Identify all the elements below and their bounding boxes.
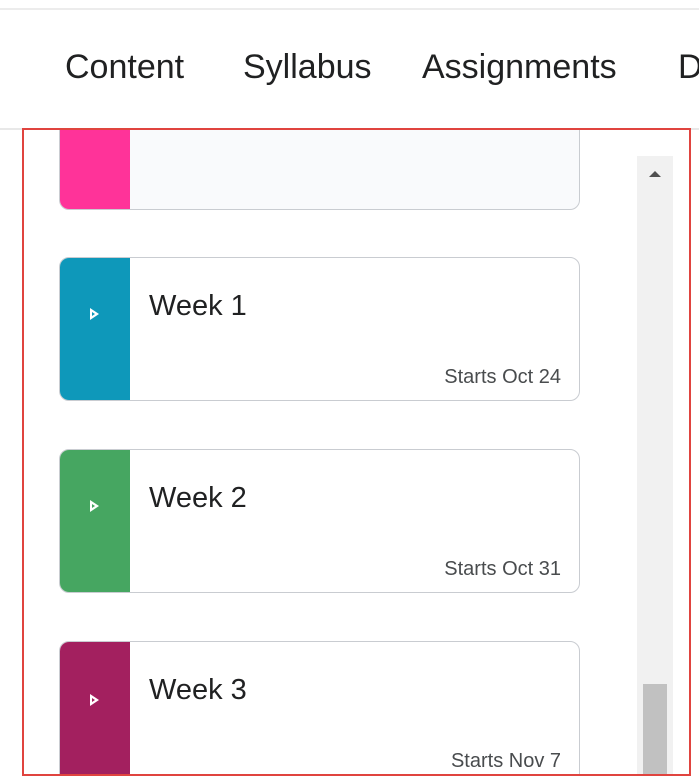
module-card-week-3[interactable]: Week 3 Starts Nov 7 xyxy=(59,641,580,774)
nav-assignments[interactable]: Assignments xyxy=(422,48,617,87)
module-title: Week 3 xyxy=(149,674,247,706)
module-card-week-1[interactable]: Week 1 Starts Oct 24 xyxy=(59,257,580,401)
module-color-strip xyxy=(60,130,130,209)
module-start-date: Starts Oct 24 xyxy=(444,366,561,388)
module-card-partial[interactable] xyxy=(59,130,580,210)
module-title: Week 1 xyxy=(149,290,247,322)
triangle-up-icon xyxy=(649,171,661,177)
caret-right-icon[interactable] xyxy=(90,500,99,512)
module-color-strip xyxy=(60,450,130,592)
caret-right-icon[interactable] xyxy=(90,308,99,320)
caret-right-icon[interactable] xyxy=(90,694,99,706)
module-color-strip xyxy=(60,258,130,400)
nav-next-item-truncated[interactable]: D xyxy=(678,48,699,87)
module-title: Week 2 xyxy=(149,482,247,514)
nav-content[interactable]: Content xyxy=(65,48,184,87)
module-start-date: Starts Nov 7 xyxy=(450,750,561,772)
vertical-scrollbar[interactable] xyxy=(637,156,673,774)
highlighted-content-panel: Week 1 Starts Oct 24 Week 2 Starts Oct 3… xyxy=(22,128,691,776)
nav-syllabus[interactable]: Syllabus xyxy=(243,48,372,87)
module-card-week-2[interactable]: Week 2 Starts Oct 31 xyxy=(59,449,580,593)
module-color-strip xyxy=(60,642,130,774)
scroll-thumb[interactable] xyxy=(643,684,667,774)
module-start-date: Starts Oct 31 xyxy=(444,558,561,580)
course-navbar: Content Syllabus Assignments D xyxy=(0,10,699,128)
scroll-up-button[interactable] xyxy=(637,156,673,192)
